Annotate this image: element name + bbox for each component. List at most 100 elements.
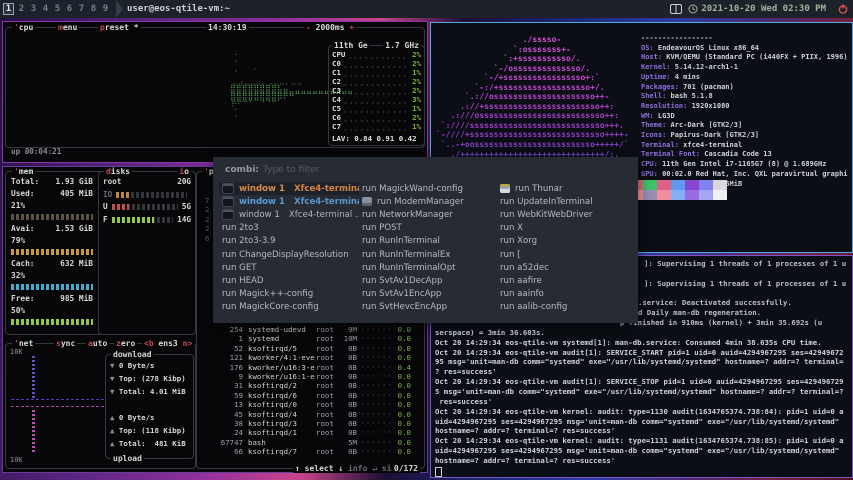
process-row[interactable]: 67747bash5M⠂⠂⠂⠂⠂⠂0.0 (197, 438, 422, 447)
launcher-item[interactable]: run UpdateInTerminal (497, 195, 633, 208)
net-scale-top: 10K (10, 348, 23, 356)
workspace-2[interactable]: 2 (17, 4, 26, 14)
net-zero-toggle[interactable]: zero (114, 339, 137, 348)
process-row[interactable]: 59ksoftirqd/6root0B⠂⠂⠂⠂⠂⠂0.0 (197, 391, 422, 400)
rofi-launcher[interactable]: combi:Type to filter window 1Xfce4-termi… (213, 157, 638, 323)
mem-box-title: 'mem (12, 167, 35, 176)
power-icon[interactable] (838, 4, 848, 14)
interval-control[interactable]: - 2000ms + (304, 23, 356, 32)
launcher-item[interactable]: run RunInTerminalEx (359, 248, 497, 261)
workspace-5[interactable]: 5 (53, 4, 62, 14)
launcher-item[interactable]: run POST (359, 222, 497, 235)
process-row[interactable]: 1systemdroot10M⠂⠂⠂⠂⠂⠂0.0 (197, 334, 422, 343)
launcher-item[interactable]: run aalib-config (497, 301, 633, 314)
log-line: 5 msg='unit=man-db comm="systemd" exe="/… (435, 387, 850, 397)
cpu-core-row: C6⡀⡀⡀⡀⡀⡀⡀⡀⡀⡀⡀⡀2% (332, 113, 421, 122)
cpu-box-title: 'cpu (12, 23, 35, 32)
menu-button[interactable]: menu (56, 23, 79, 32)
cpu-core-row: C5⡀⡀⡀⡀⡀⡀⡀⡀⡀⡀⡀⡀1% (332, 104, 421, 113)
launcher-prompt[interactable]: combi:Type to filter (225, 165, 319, 175)
terminal-icon (222, 196, 234, 207)
launcher-item[interactable]: run ChangeDisplayResolution (219, 248, 359, 261)
process-row[interactable]: 66ksoftirqd/7root0B⠂⠂⠂⠂⠂⠂0.0 (197, 447, 422, 456)
mem-stat-label: Total:1.93 GiB (6, 176, 98, 188)
launcher-item[interactable]: run ModemManager (359, 195, 497, 208)
workspace-4[interactable]: 4 (41, 4, 50, 14)
interval-plus-button[interactable]: + (345, 23, 355, 32)
launcher-item[interactable]: run X (497, 222, 633, 235)
mem-stat-graph (11, 319, 93, 325)
net-auto-toggle[interactable]: auto (86, 339, 109, 348)
proc-occluded-pid: 2 (205, 205, 209, 214)
interval-minus-button[interactable]: - (306, 23, 316, 32)
launcher-item[interactable]: run RunInTerminalOpt (359, 261, 497, 274)
preset-button[interactable]: preset * (98, 23, 141, 32)
mem-stat-percent: 21% (6, 200, 98, 212)
log-line: hostname=? addr=? terminal=? res=success… (435, 426, 850, 436)
process-row[interactable]: 31ksoftirqd/2root0B⠂⠂⠂⠂⠂⠂0.0 (197, 381, 422, 390)
terminal-icon (222, 209, 234, 220)
workspace-1[interactable]: 1 (3, 3, 14, 15)
cpu-model: 11th Ge (332, 41, 370, 50)
launcher-item[interactable]: run [ (497, 248, 633, 261)
process-row[interactable]: 254systemd-udevdroot9M⠂⠂⠂⠂⠂⠂0.0 (197, 325, 422, 334)
log-line: Oct 20 14:29:34 eos-qtile-vm audit[1]: S… (435, 377, 850, 387)
endeavouros-ascii-logo: ./sssso- `:osssssss+- `:+sssssssssso/. `… (436, 35, 629, 169)
launcher-item[interactable]: run SvtHevcEncApp (359, 301, 497, 314)
launcher-item[interactable]: run MagickWand-config (359, 182, 497, 195)
systray-window-icon[interactable] (670, 4, 682, 14)
mem-stat-label: Free:985 MiB (6, 293, 98, 305)
net-info-box: download upload ▼ 0 Byte/s ▼ Top: (278 K… (105, 354, 194, 459)
disk-used-label: U (103, 201, 108, 214)
workspace-3[interactable]: 3 (29, 4, 38, 14)
launcher-item[interactable]: run 2to3-3.9 (219, 235, 359, 248)
process-row[interactable]: 24ksoftirqd/1root0B⠂⠂⠂⠂⠂⠂0.0 (197, 428, 422, 437)
workspace-8[interactable]: 8 (89, 4, 98, 14)
proc-occluded-pid: 2 (205, 224, 209, 233)
launcher-item[interactable]: run MagickCore-config (219, 301, 359, 314)
launcher-item[interactable]: run HEAD (219, 274, 359, 287)
launcher-item[interactable]: window 1Xfce4-terminal … (219, 195, 359, 208)
launcher-item[interactable]: run WebKitWebDriver (497, 208, 633, 221)
net-interface-switcher[interactable]: <b ens3 n> (142, 339, 194, 348)
cpu-core-row: C2⡀⡀⡀⡀⡀⡀⡀⡀⡀⡀⡀⡀2% (332, 77, 421, 86)
workspace-7[interactable]: 7 (77, 4, 86, 14)
clock-widget[interactable]: 2021-10-20 Wed 02:30 PM (701, 4, 826, 14)
log-line: res=success' (435, 397, 850, 407)
launcher-item[interactable]: window 1Xfce4-terminal … (219, 208, 359, 221)
launcher-item[interactable]: run Xorg (497, 235, 633, 248)
disk-name: root (103, 176, 121, 189)
process-row[interactable]: 38ksoftirqd/3root0B⠂⠂⠂⠂⠂⠂0.0 (197, 419, 422, 428)
process-row[interactable]: 52ksoftirqd/5root0B⠂⠂⠂⠂⠂⠂0.0 (197, 344, 422, 353)
process-row[interactable]: 176kworker/u16:3-eroot0B⠂⠂⠂⠂⠂⠂0.4 (197, 363, 422, 372)
launcher-item[interactable]: run aafire (497, 274, 633, 287)
launcher-item[interactable]: run Thunar (497, 182, 633, 195)
launcher-item[interactable]: run SvtAv1EncApp (359, 288, 497, 301)
launcher-item[interactable]: run aainfo (497, 288, 633, 301)
net-upload-baseline (11, 406, 104, 407)
launcher-item[interactable]: run RunInTerminal (359, 235, 497, 248)
disk-size: 20G (177, 176, 191, 189)
launcher-item[interactable]: window 1Xfce4-terminal … (219, 182, 359, 195)
net-box-title: 'net (12, 339, 35, 348)
net-sync-toggle[interactable]: sync (54, 339, 77, 348)
process-row[interactable]: 13ksoftirqd/0root0B⠂⠂⠂⠂⠂⠂0.0 (197, 400, 422, 409)
mem-stat-percent: 79% (6, 235, 98, 247)
launcher-item[interactable]: run SvtAv1DecApp (359, 274, 497, 287)
palette-swatch (699, 190, 713, 200)
process-row[interactable]: 45ksoftirqd/4root0B⠂⠂⠂⠂⠂⠂0.0 (197, 410, 422, 419)
launcher-item[interactable]: run a52dec (497, 261, 633, 274)
launcher-item[interactable]: run 2to3 (219, 222, 359, 235)
process-row[interactable]: 9kworker/u16:1-eroot0B⠂⠂⠂⠂⠂⠂0.0 (197, 372, 422, 381)
process-row[interactable]: 121kworker/4:1-everoot0B⠂⠂⠂⠂⠂⠂0.0 (197, 353, 422, 362)
disk-io-label: IO (103, 189, 112, 202)
io-toggle[interactable]: io (177, 167, 191, 176)
disk-used-value: 5G (182, 201, 191, 214)
launcher-item[interactable]: run NetworkManager (359, 208, 497, 221)
workspace-9[interactable]: 9 (101, 4, 110, 14)
workspace-6[interactable]: 6 (65, 4, 74, 14)
neofetch-info-line: CPU: 11th Gen Intel i7-1165G7 (8) @ 1.68… (641, 160, 848, 170)
terminal-bpytop-cpu[interactable]: 'cpu menu preset * 14:30:19 - 2000ms + ⡁… (2, 21, 428, 163)
launcher-item[interactable]: run Magick++-config (219, 288, 359, 301)
launcher-item[interactable]: run GET (219, 261, 359, 274)
